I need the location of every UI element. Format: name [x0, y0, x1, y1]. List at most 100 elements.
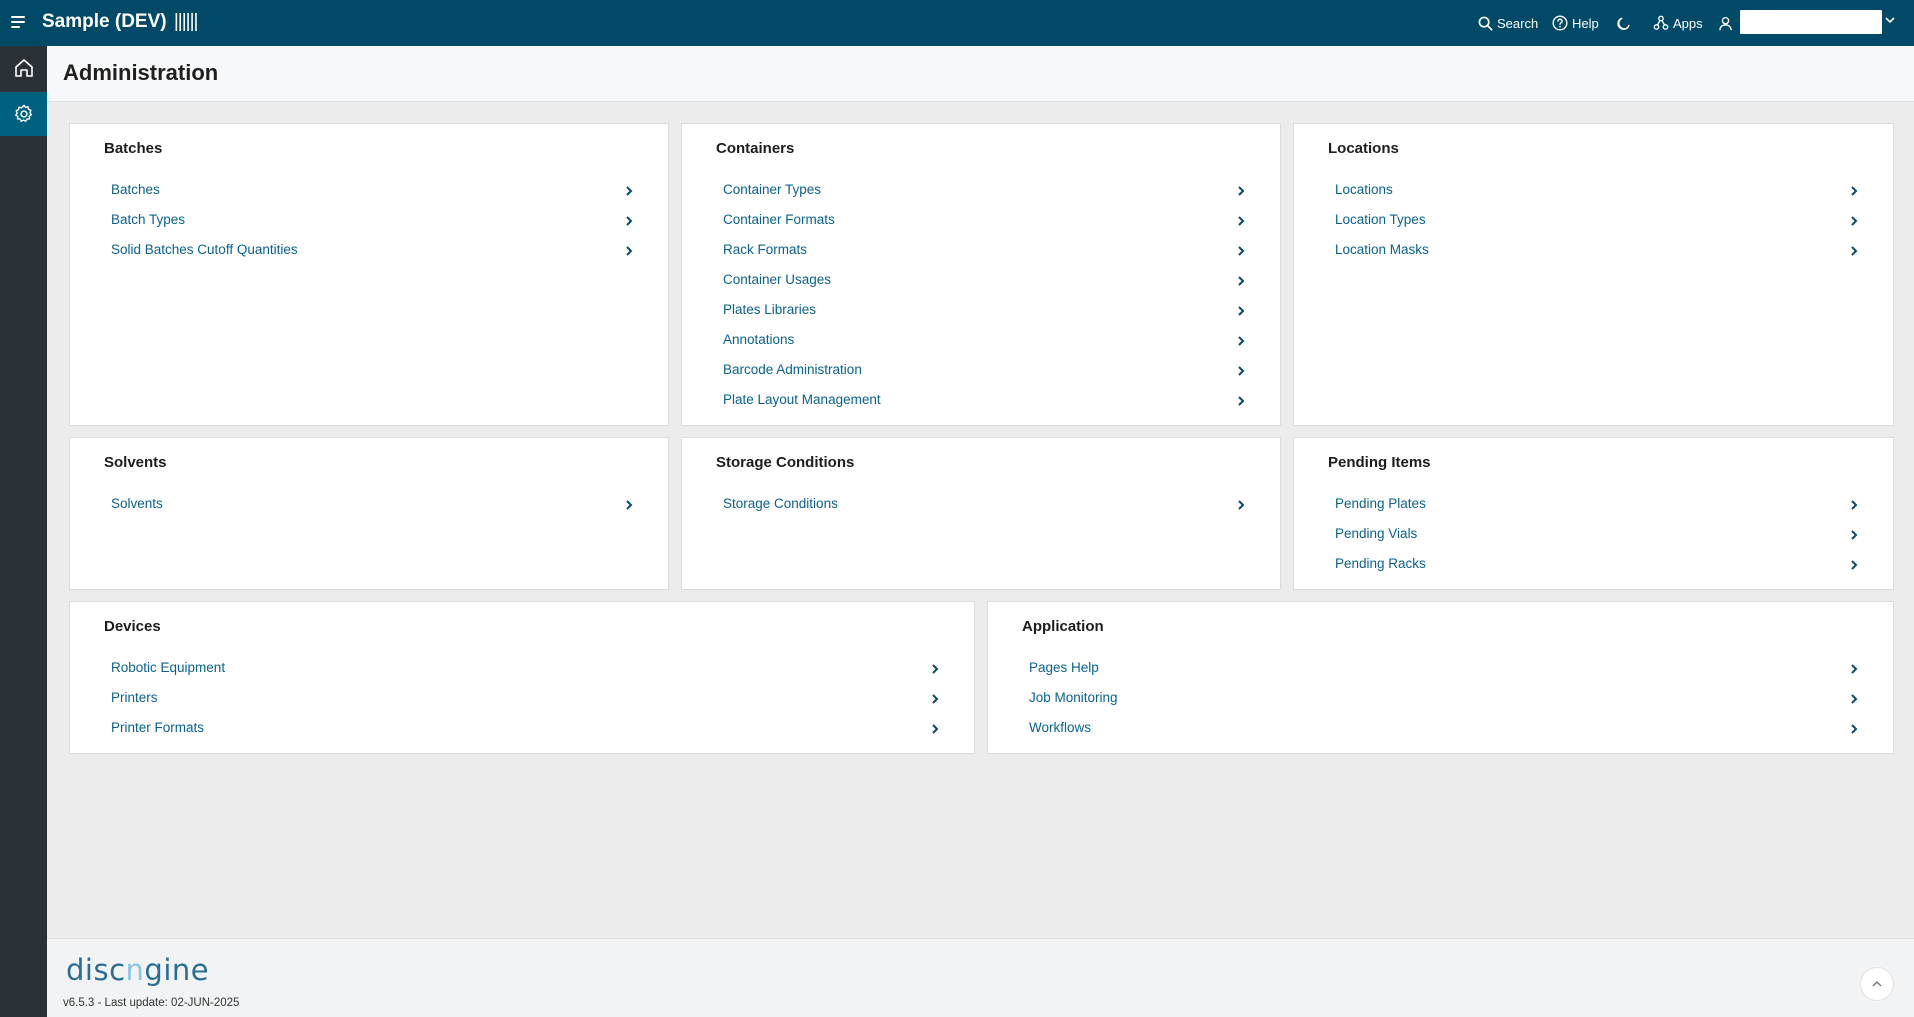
admin-link[interactable]: Job Monitoring [1022, 684, 1859, 714]
help-label: Help [1572, 15, 1599, 31]
discngine-logo: discngine [66, 953, 209, 987]
admin-link[interactable]: Solid Batches Cutoff Quantities [104, 236, 634, 266]
search-button[interactable]: Search [1478, 0, 1538, 46]
admin-link[interactable]: Location Types [1328, 206, 1859, 236]
admin-link-label: Job Monitoring [1029, 690, 1118, 705]
card-title: Locations [1328, 140, 1399, 157]
card-title: Storage Conditions [716, 454, 855, 471]
gear-icon [14, 104, 32, 122]
apps-label: Apps [1673, 15, 1703, 31]
admin-link-label: Batch Types [111, 212, 186, 227]
version-text: v6.5.3 - Last update: 02-JUN-2025 [63, 997, 240, 1009]
page-header: Administration [47, 46, 1914, 102]
admin-link-label: Locations [1335, 182, 1393, 197]
chevron-right-icon [626, 500, 633, 510]
admin-link[interactable]: Barcode Administration [716, 356, 1246, 386]
admin-link[interactable]: Locations [1328, 176, 1859, 206]
card-title: Pending Items [1328, 454, 1431, 471]
chevron-right-icon [1238, 336, 1245, 346]
admin-link[interactable]: Workflows [1022, 714, 1859, 744]
card-batches: Batches Batches Batch Types Solid Batches … [69, 123, 669, 426]
admin-link-label: Location Types [1335, 212, 1426, 227]
user-name-field[interactable] [1740, 10, 1882, 34]
admin-link-label: Pending Racks [1335, 556, 1426, 571]
admin-link-label: Barcode Administration [723, 362, 862, 377]
admin-link-label: Plates Libraries [723, 302, 817, 317]
admin-link[interactable]: Container Formats [716, 206, 1246, 236]
card-title: Containers [716, 140, 795, 157]
scroll-to-top-button[interactable] [1860, 967, 1894, 1001]
search-label: Search [1497, 15, 1539, 31]
chevron-right-icon [932, 724, 939, 734]
chevron-right-icon [1238, 246, 1245, 256]
admin-link-label: Rack Formats [723, 242, 808, 257]
admin-link[interactable]: Plate Layout Management [716, 386, 1246, 416]
app-title-text: Sample (DEV) [42, 11, 167, 32]
user-button[interactable] [1718, 0, 1737, 46]
search-icon [1478, 16, 1493, 30]
card-containers: Containers Container Types Container Form… [681, 123, 1281, 426]
admin-link-label: Container Formats [723, 212, 835, 227]
help-icon [1552, 15, 1568, 31]
chevron-right-icon [626, 186, 633, 196]
admin-link-label: Printers [111, 690, 158, 705]
link-list: Pending Plates Pending Vials Pending Racks [1328, 490, 1859, 580]
menu-icon[interactable] [8, 10, 28, 34]
logo-part: n [125, 953, 145, 987]
admin-link[interactable]: Location Masks [1328, 236, 1859, 266]
admin-link-label: Printer Formats [111, 720, 205, 735]
admin-link[interactable]: Plates Libraries [716, 296, 1246, 326]
dark-mode-toggle[interactable] [1616, 0, 1635, 46]
card-locations: Locations Locations Location Types Locatio… [1293, 123, 1894, 426]
admin-link[interactable]: Pages Help [1022, 654, 1859, 684]
chevron-down-icon[interactable] [1884, 14, 1896, 26]
help-button[interactable]: Help [1552, 0, 1599, 46]
chevron-right-icon [932, 664, 939, 674]
apps-button[interactable]: Apps [1653, 0, 1703, 46]
admin-link-label: Pending Plates [1335, 496, 1426, 511]
link-list: Locations Location Types Location Masks [1328, 176, 1859, 266]
admin-link[interactable]: Pending Plates [1328, 490, 1859, 520]
admin-link[interactable]: Container Types [716, 176, 1246, 206]
chevron-right-icon [626, 246, 633, 256]
admin-link[interactable]: Annotations [716, 326, 1246, 356]
card-storage-conditions: Storage Conditions Storage Conditions [681, 437, 1281, 590]
admin-link[interactable]: Pending Racks [1328, 550, 1859, 580]
admin-link[interactable]: Storage Conditions [716, 490, 1246, 520]
chevron-up-icon [1872, 981, 1882, 987]
admin-link[interactable]: Printers [104, 684, 940, 714]
link-list: Robotic Equipment Printers Printer Formats [104, 654, 940, 744]
sidebar-item-home[interactable] [0, 46, 47, 90]
page-title: Administration [63, 60, 219, 85]
user-icon [1719, 16, 1732, 30]
admin-link[interactable]: Batches [104, 176, 634, 206]
admin-link-label: Solid Batches Cutoff Quantities [111, 242, 298, 257]
admin-link-label: Location Masks [1335, 242, 1429, 257]
chevron-right-icon [1851, 664, 1858, 674]
admin-link[interactable]: Pending Vials [1328, 520, 1859, 550]
chevron-right-icon [1238, 396, 1245, 406]
chevron-right-icon [1238, 366, 1245, 376]
app-title[interactable]: Sample (DEV) |||||| [42, 11, 198, 33]
admin-link[interactable]: Batch Types [104, 206, 634, 236]
admin-link-label: Plate Layout Management [723, 392, 881, 407]
admin-link[interactable]: Rack Formats [716, 236, 1246, 266]
admin-link[interactable]: Solvents [104, 490, 634, 520]
link-list: Solvents [104, 490, 634, 520]
admin-link[interactable]: Container Usages [716, 266, 1246, 296]
chevron-right-icon [1238, 216, 1245, 226]
admin-link-label: Container Usages [723, 272, 832, 287]
sidebar [0, 46, 47, 1017]
apps-icon [1653, 15, 1669, 30]
admin-link[interactable]: Robotic Equipment [104, 654, 940, 684]
card-pending-items: Pending Items Pending Plates Pending Vial… [1293, 437, 1894, 590]
moon-icon [1617, 17, 1630, 30]
admin-link-label: Annotations [723, 332, 795, 347]
link-list: Pages Help Job Monitoring Workflows [1022, 654, 1859, 744]
home-icon [14, 59, 33, 77]
sidebar-item-administration[interactable] [0, 92, 47, 136]
barcode-icon: |||||| [173, 11, 199, 32]
chevron-right-icon [1238, 276, 1245, 286]
link-list: Storage Conditions [716, 490, 1246, 520]
admin-link[interactable]: Printer Formats [104, 714, 940, 744]
